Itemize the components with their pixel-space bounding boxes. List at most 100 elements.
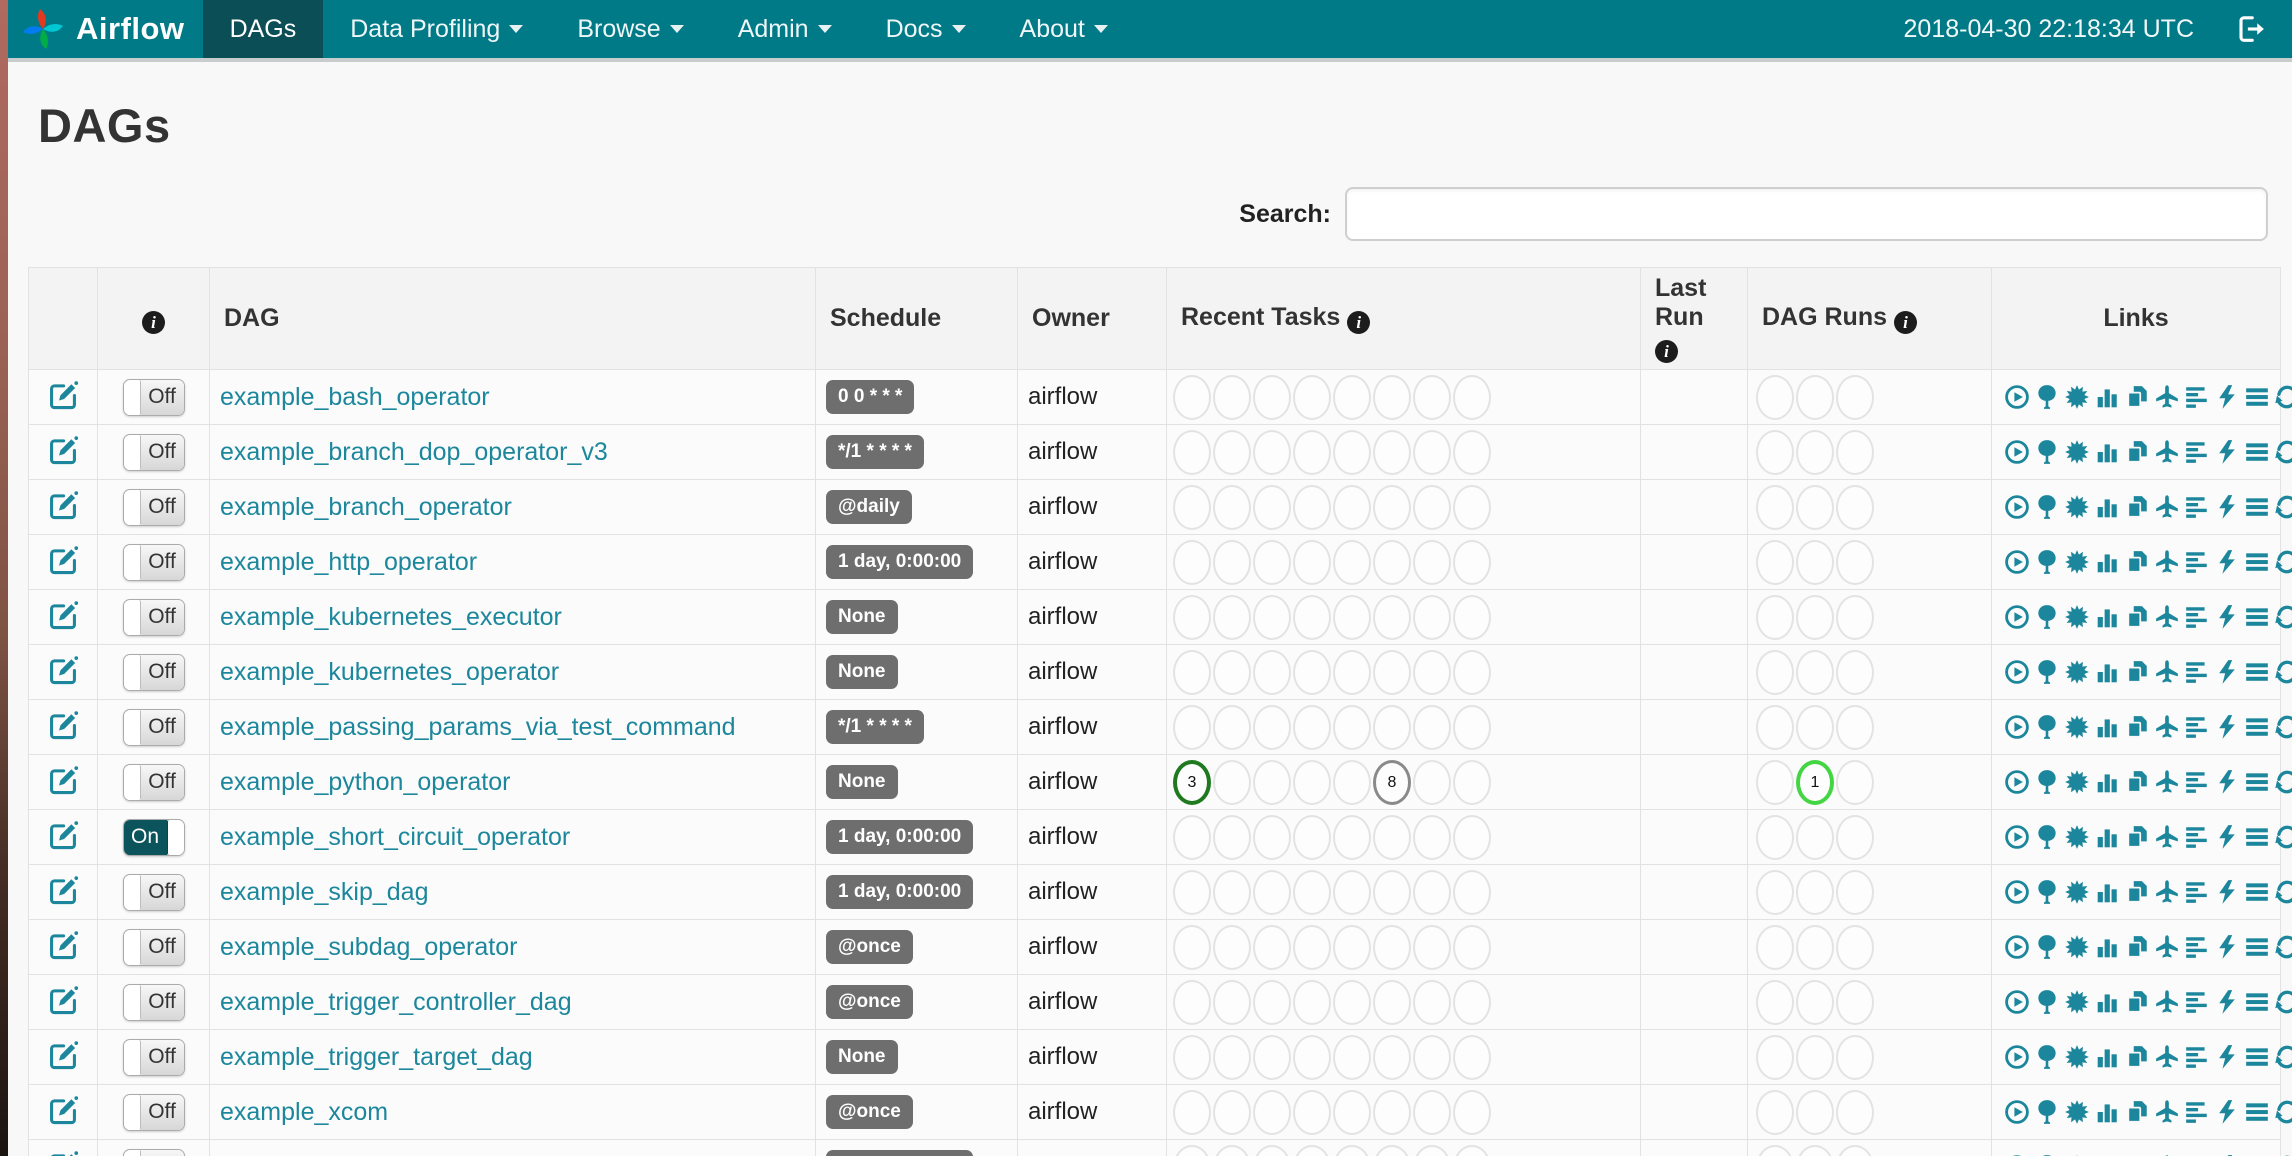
landing-times-icon[interactable] (2154, 659, 2180, 685)
code-icon[interactable] (2214, 989, 2240, 1015)
graph-view-icon[interactable] (2064, 1099, 2090, 1125)
code-icon[interactable] (2214, 604, 2240, 630)
trigger-dag-icon[interactable] (2004, 824, 2030, 850)
code-icon[interactable] (2214, 1099, 2240, 1125)
dag-pause-toggle[interactable]: Off (122, 598, 185, 636)
nav-item-browse[interactable]: Browse (550, 0, 710, 58)
landing-times-icon[interactable] (2154, 769, 2180, 795)
gantt-icon[interactable] (2184, 769, 2210, 795)
code-icon[interactable] (2214, 384, 2240, 410)
task-tries-icon[interactable] (2124, 1099, 2150, 1125)
refresh-icon[interactable] (2274, 769, 2292, 795)
task-tries-icon[interactable] (2124, 549, 2150, 575)
trigger-dag-icon[interactable] (2004, 1044, 2030, 1070)
dag-link[interactable]: exxxample_skip_dag (220, 1153, 453, 1156)
details-icon[interactable] (2244, 384, 2270, 410)
search-input[interactable] (1345, 187, 2268, 241)
task-tries-icon[interactable] (2124, 604, 2150, 630)
task-duration-icon[interactable] (2094, 934, 2120, 960)
graph-view-icon[interactable] (2064, 494, 2090, 520)
edit-dag-icon[interactable] (47, 1039, 79, 1071)
edit-dag-icon[interactable] (47, 434, 79, 466)
tree-view-icon[interactable] (2034, 494, 2060, 520)
code-icon[interactable] (2214, 769, 2240, 795)
refresh-icon[interactable] (2274, 494, 2292, 520)
edit-dag-icon[interactable] (47, 764, 79, 796)
refresh-icon[interactable] (2274, 714, 2292, 740)
dag-link[interactable]: example_subdag_operator (220, 933, 517, 961)
refresh-icon[interactable] (2274, 604, 2292, 630)
task-duration-icon[interactable] (2094, 1044, 2120, 1070)
details-icon[interactable] (2244, 1099, 2270, 1125)
landing-times-icon[interactable] (2154, 549, 2180, 575)
details-icon[interactable] (2244, 494, 2270, 520)
landing-times-icon[interactable] (2154, 1044, 2180, 1070)
refresh-icon[interactable] (2274, 934, 2292, 960)
tree-view-icon[interactable] (2034, 549, 2060, 575)
edit-dag-icon[interactable] (47, 654, 79, 686)
details-icon[interactable] (2244, 439, 2270, 465)
code-icon[interactable] (2214, 494, 2240, 520)
landing-times-icon[interactable] (2154, 824, 2180, 850)
nav-item-about[interactable]: About (993, 0, 1135, 58)
dag-pause-toggle[interactable]: Off (122, 543, 185, 581)
refresh-icon[interactable] (2274, 1099, 2292, 1125)
details-icon[interactable] (2244, 824, 2270, 850)
trigger-dag-icon[interactable] (2004, 934, 2030, 960)
task-duration-icon[interactable] (2094, 659, 2120, 685)
graph-view-icon[interactable] (2064, 989, 2090, 1015)
dag-pause-toggle[interactable]: Off (122, 488, 185, 526)
details-icon[interactable] (2244, 1044, 2270, 1070)
dag-link[interactable]: example_trigger_controller_dag (220, 988, 572, 1016)
dag-pause-toggle[interactable]: Off (122, 1148, 185, 1156)
refresh-icon[interactable] (2274, 659, 2292, 685)
tree-view-icon[interactable] (2034, 824, 2060, 850)
nav-item-dags[interactable]: DAGs (202, 0, 324, 58)
edit-dag-icon[interactable] (47, 709, 79, 741)
code-icon[interactable] (2214, 824, 2240, 850)
task-duration-icon[interactable] (2094, 989, 2120, 1015)
trigger-dag-icon[interactable] (2004, 384, 2030, 410)
gantt-icon[interactable] (2184, 824, 2210, 850)
dag-run-circle[interactable]: 1 (1796, 759, 1834, 805)
gantt-icon[interactable] (2184, 604, 2210, 630)
dag-link[interactable]: example_kubernetes_executor (220, 603, 562, 631)
task-tries-icon[interactable] (2124, 769, 2150, 795)
task-tries-icon[interactable] (2124, 384, 2150, 410)
task-duration-icon[interactable] (2094, 824, 2120, 850)
task-duration-icon[interactable] (2094, 549, 2120, 575)
task-duration-icon[interactable] (2094, 494, 2120, 520)
gantt-icon[interactable] (2184, 439, 2210, 465)
task-duration-icon[interactable] (2094, 714, 2120, 740)
edit-dag-icon[interactable] (47, 929, 79, 961)
graph-view-icon[interactable] (2064, 824, 2090, 850)
tree-view-icon[interactable] (2034, 714, 2060, 740)
gantt-icon[interactable] (2184, 1044, 2210, 1070)
gantt-icon[interactable] (2184, 384, 2210, 410)
landing-times-icon[interactable] (2154, 714, 2180, 740)
edit-dag-icon[interactable] (47, 489, 79, 521)
details-icon[interactable] (2244, 549, 2270, 575)
edit-dag-icon[interactable] (47, 1094, 79, 1126)
trigger-dag-icon[interactable] (2004, 604, 2030, 630)
code-icon[interactable] (2214, 934, 2240, 960)
edit-dag-icon[interactable] (47, 599, 79, 631)
nav-item-data-profiling[interactable]: Data Profiling (323, 0, 550, 58)
graph-view-icon[interactable] (2064, 879, 2090, 905)
task-tries-icon[interactable] (2124, 934, 2150, 960)
graph-view-icon[interactable] (2064, 714, 2090, 740)
task-duration-icon[interactable] (2094, 384, 2120, 410)
code-icon[interactable] (2214, 659, 2240, 685)
task-duration-icon[interactable] (2094, 604, 2120, 630)
trigger-dag-icon[interactable] (2004, 769, 2030, 795)
task-duration-icon[interactable] (2094, 879, 2120, 905)
landing-times-icon[interactable] (2154, 439, 2180, 465)
dag-pause-toggle[interactable]: Off (122, 653, 185, 691)
tree-view-icon[interactable] (2034, 1044, 2060, 1070)
task-duration-icon[interactable] (2094, 1099, 2120, 1125)
dag-link[interactable]: example_python_operator (220, 768, 510, 796)
landing-times-icon[interactable] (2154, 1099, 2180, 1125)
details-icon[interactable] (2244, 659, 2270, 685)
graph-view-icon[interactable] (2064, 659, 2090, 685)
code-icon[interactable] (2214, 714, 2240, 740)
